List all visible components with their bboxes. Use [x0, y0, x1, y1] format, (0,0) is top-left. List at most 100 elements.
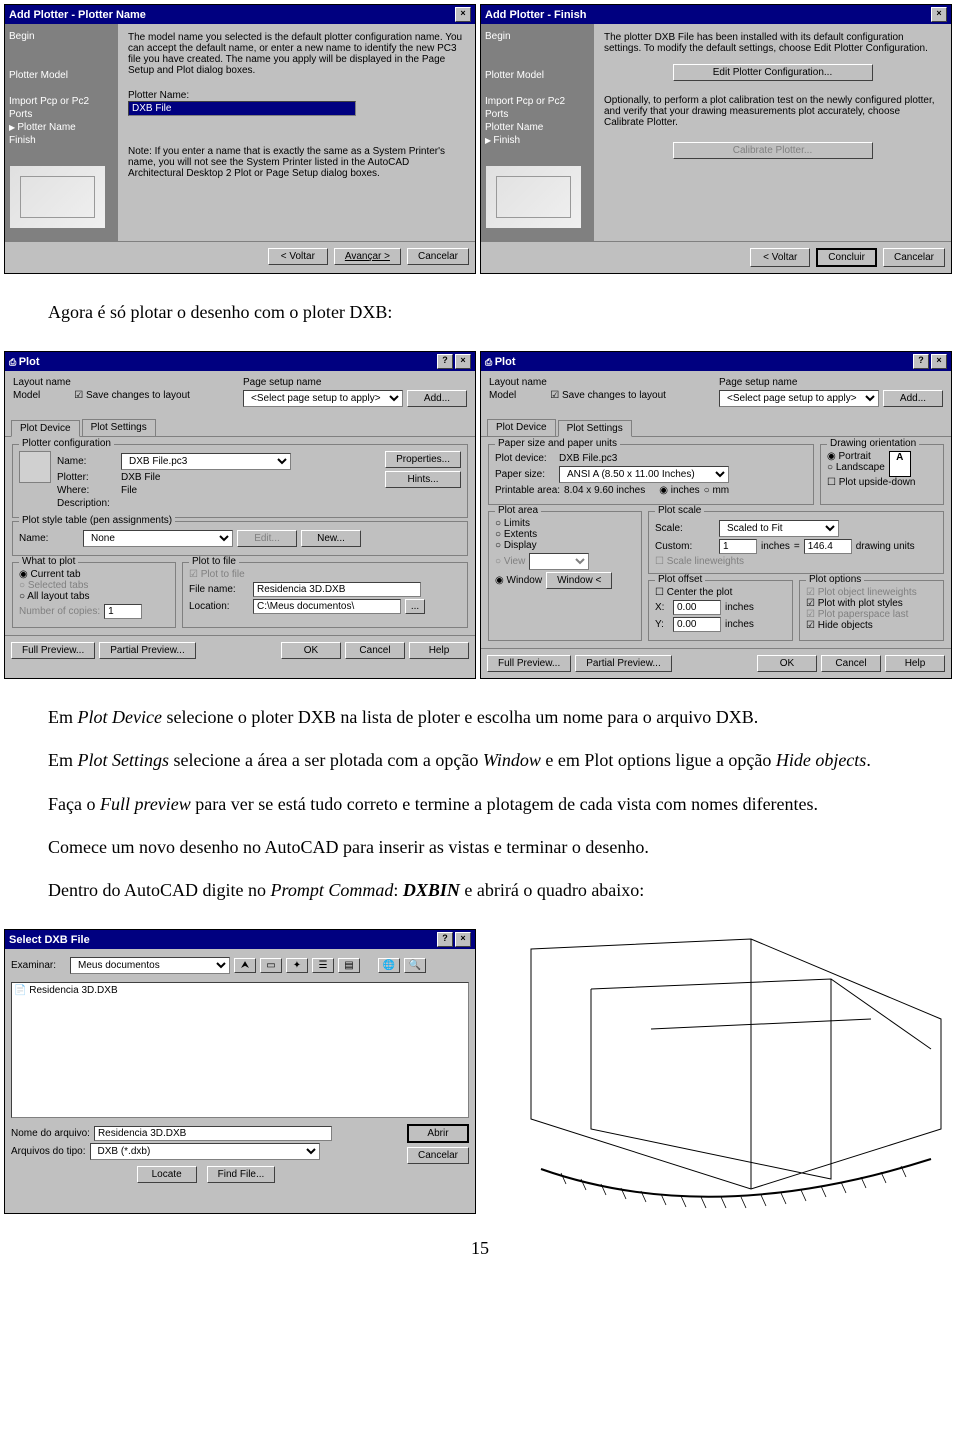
- cancel-button[interactable]: Cancelar: [407, 1147, 469, 1164]
- tab-plot-settings[interactable]: Plot Settings: [82, 419, 156, 436]
- portrait-radio[interactable]: Portrait: [827, 451, 885, 462]
- wizard-illustration: [9, 165, 106, 229]
- display-radio[interactable]: Display: [495, 540, 635, 551]
- limits-radio[interactable]: Limits: [495, 518, 635, 529]
- page-setup-select[interactable]: <Select page setup to apply>: [719, 390, 879, 407]
- locate-button[interactable]: Locate: [137, 1166, 197, 1183]
- mm-radio[interactable]: mm: [704, 485, 730, 496]
- help-icon[interactable]: ?: [437, 932, 453, 947]
- close-icon[interactable]: ×: [931, 7, 947, 22]
- edit-button[interactable]: Edit...: [237, 530, 297, 547]
- details-view-icon[interactable]: ▤: [338, 958, 360, 973]
- next-button[interactable]: Avançar >: [334, 248, 401, 265]
- full-preview-button[interactable]: Full Preview...: [487, 655, 571, 672]
- list-view-icon[interactable]: ☰: [312, 958, 334, 973]
- opt-paperspace-checkbox[interactable]: Plot paperspace last: [806, 609, 937, 620]
- save-changes-checkbox[interactable]: Save changes to layout: [550, 390, 666, 401]
- view-select[interactable]: [529, 553, 589, 570]
- pst-select[interactable]: None: [83, 530, 233, 547]
- new-folder-icon[interactable]: ✦: [286, 958, 308, 973]
- cancel-button[interactable]: Cancel: [345, 642, 405, 659]
- file-name-input[interactable]: [253, 582, 421, 597]
- custom-units-input[interactable]: [804, 539, 852, 554]
- plot-to-file-group: Plot to file: [189, 556, 239, 567]
- plotter-name-select[interactable]: DXB File.pc3: [121, 453, 291, 470]
- selected-tabs-radio[interactable]: Selected tabs: [19, 580, 169, 591]
- find-file-button[interactable]: Find File...: [207, 1166, 276, 1183]
- cancel-button[interactable]: Cancelar: [883, 248, 945, 267]
- cancel-button[interactable]: Cancelar: [407, 248, 469, 265]
- help-button[interactable]: Help: [885, 655, 945, 672]
- layout-name-label: Layout name: [489, 377, 699, 388]
- close-icon[interactable]: ×: [931, 354, 947, 369]
- window-pick-button[interactable]: Window <: [546, 572, 612, 589]
- back-button[interactable]: < Voltar: [268, 248, 328, 265]
- plot-to-file-checkbox[interactable]: Plot to file: [189, 569, 461, 580]
- step-network: Network Printer: [485, 43, 590, 56]
- tab-plot-settings[interactable]: Plot Settings: [558, 420, 632, 437]
- edit-plotter-config-button[interactable]: Edit Plotter Configuration...: [673, 64, 873, 81]
- back-button[interactable]: < Voltar: [750, 248, 810, 267]
- close-icon[interactable]: ×: [455, 932, 471, 947]
- help-button[interactable]: Help: [409, 642, 469, 659]
- view-radio[interactable]: View: [495, 556, 525, 567]
- partial-preview-button[interactable]: Partial Preview...: [575, 655, 671, 672]
- partial-preview-button[interactable]: Partial Preview...: [99, 642, 195, 659]
- file-item[interactable]: 📄 Residencia 3D.DXB: [14, 985, 466, 996]
- add-button[interactable]: Add...: [883, 390, 943, 407]
- cancel-button[interactable]: Cancel: [821, 655, 881, 672]
- scale-select[interactable]: Scaled to Fit: [719, 520, 839, 537]
- all-tabs-radio[interactable]: All layout tabs: [19, 591, 169, 602]
- hints-button[interactable]: Hints...: [385, 471, 461, 488]
- filename-input[interactable]: [94, 1126, 332, 1141]
- up-folder-icon[interactable]: ⮝: [234, 958, 256, 973]
- ok-button[interactable]: OK: [757, 655, 817, 672]
- opt-hide-objects-checkbox[interactable]: Hide objects: [806, 620, 937, 631]
- file-name-label: File name:: [189, 584, 249, 595]
- tab-plot-device[interactable]: Plot Device: [487, 419, 556, 436]
- ok-button[interactable]: OK: [281, 642, 341, 659]
- upside-down-checkbox[interactable]: Plot upside-down: [827, 477, 937, 488]
- calibrate-plotter-button[interactable]: Calibrate Plotter...: [673, 142, 873, 159]
- plotter-name-input[interactable]: [128, 101, 356, 116]
- x-input[interactable]: [673, 600, 721, 615]
- current-tab-radio[interactable]: Current tab: [19, 569, 169, 580]
- desktop-icon[interactable]: ▭: [260, 958, 282, 973]
- add-button[interactable]: Add...: [407, 390, 467, 407]
- paper-size-select[interactable]: ANSI A (8.50 x 11.00 Inches): [559, 466, 729, 483]
- close-icon[interactable]: ×: [455, 354, 471, 369]
- open-button[interactable]: Abrir: [407, 1124, 469, 1143]
- inches-radio[interactable]: inches: [659, 485, 699, 496]
- add-plotter-name-dialog: Add Plotter - Plotter Name × Begin Netwo…: [4, 4, 476, 274]
- location-input[interactable]: [253, 599, 401, 614]
- titlebar: ⎙ Plot ? ×: [481, 352, 951, 371]
- scale-lineweights-checkbox[interactable]: Scale lineweights: [655, 556, 937, 567]
- extents-radio[interactable]: Extents: [495, 529, 635, 540]
- custom-inches-input[interactable]: [719, 539, 757, 554]
- finish-button[interactable]: Concluir: [816, 248, 877, 267]
- find-icon[interactable]: 🔍: [404, 958, 426, 973]
- help-icon[interactable]: ?: [437, 354, 453, 369]
- opt-plot-styles-checkbox[interactable]: Plot with plot styles: [806, 598, 937, 609]
- help-icon[interactable]: ?: [913, 354, 929, 369]
- page-setup-select[interactable]: <Select page setup to apply>: [243, 390, 403, 407]
- landscape-radio[interactable]: Landscape: [827, 462, 885, 473]
- file-list[interactable]: 📄 Residencia 3D.DXB: [11, 982, 469, 1118]
- web-icon[interactable]: 🌐: [378, 958, 400, 973]
- location-label: Location:: [189, 601, 249, 612]
- save-changes-checkbox[interactable]: Save changes to layout: [74, 390, 190, 401]
- tab-plot-device[interactable]: Plot Device: [11, 420, 80, 437]
- filetype-select[interactable]: DXB (*.dxb): [90, 1143, 320, 1160]
- properties-button[interactable]: Properties...: [385, 451, 461, 468]
- printable-label: Printable area:: [495, 485, 560, 496]
- browse-button[interactable]: ...: [405, 599, 425, 614]
- y-input[interactable]: [673, 617, 721, 632]
- center-plot-checkbox[interactable]: Center the plot: [655, 587, 786, 598]
- new-button[interactable]: New...: [301, 530, 361, 547]
- copies-input[interactable]: [104, 604, 142, 619]
- close-icon[interactable]: ×: [455, 7, 471, 22]
- window-radio[interactable]: Window: [495, 575, 542, 586]
- full-preview-button[interactable]: Full Preview...: [11, 642, 95, 659]
- opt-lineweights-checkbox[interactable]: Plot object lineweights: [806, 587, 937, 598]
- lookin-select[interactable]: Meus documentos: [70, 957, 230, 974]
